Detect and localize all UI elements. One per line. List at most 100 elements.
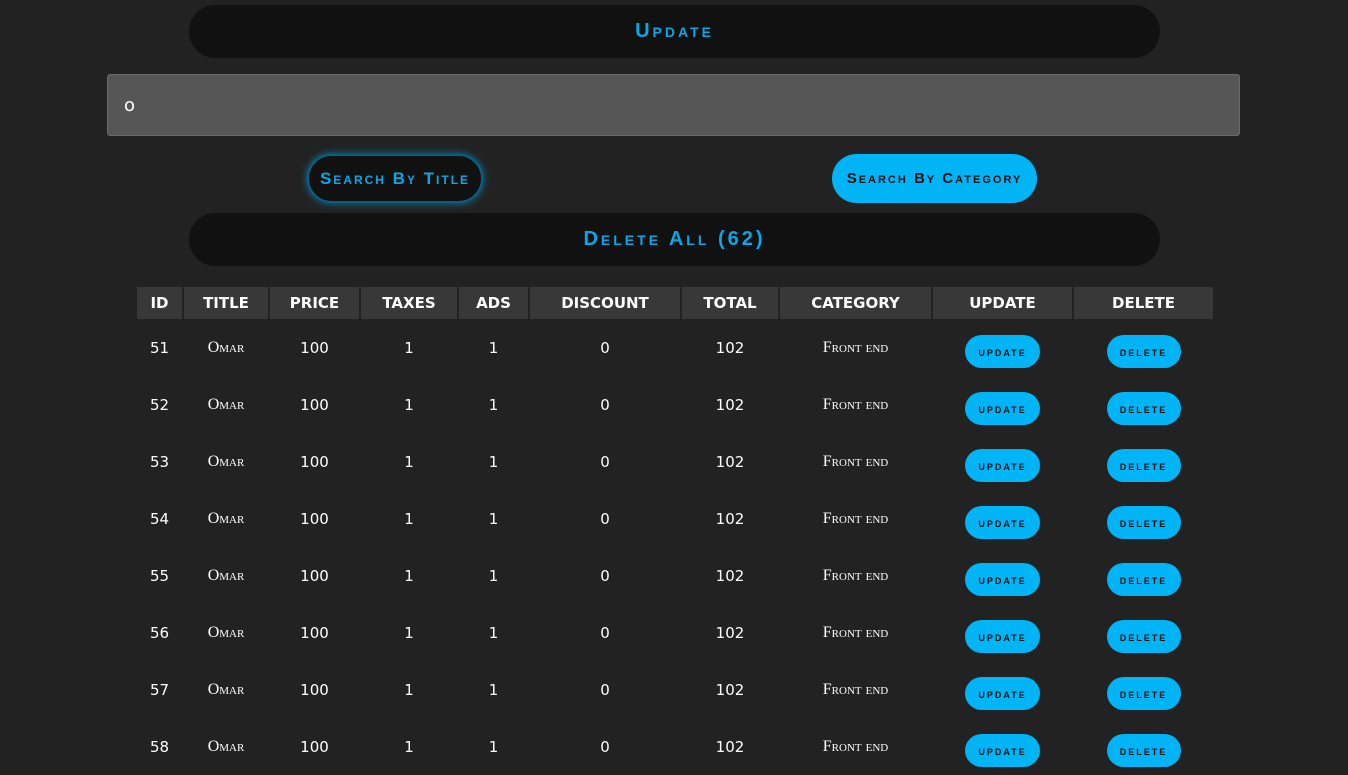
cell-id: 55 xyxy=(149,566,170,585)
cell-delete: delete xyxy=(1074,433,1213,490)
cell-update: update xyxy=(933,376,1072,433)
row-update-button[interactable]: update xyxy=(965,335,1040,368)
row-delete-button[interactable]: delete xyxy=(1106,677,1181,710)
cell-category: Front end xyxy=(822,680,889,698)
cell-update: update xyxy=(933,718,1072,775)
header-id: ID xyxy=(137,287,182,319)
cell-title: Omar xyxy=(207,509,245,527)
cell-total: 102 xyxy=(715,338,745,357)
table-row: 58 Omar 100 1 1 0 102 Front end update delete xyxy=(137,718,1213,775)
cell-delete: delete xyxy=(1074,490,1213,547)
cell-taxes: 1 xyxy=(404,509,414,528)
cell-category: Front end xyxy=(822,566,889,584)
cell-title: Omar xyxy=(207,395,245,413)
cell-price: 100 xyxy=(300,509,329,528)
header-title: TITLE xyxy=(184,287,268,319)
cell-price: 100 xyxy=(300,395,329,414)
cell-discount: 0 xyxy=(600,509,610,528)
row-update-button[interactable]: update xyxy=(965,506,1040,539)
row-update-button[interactable]: update xyxy=(965,449,1040,482)
cell-update: update xyxy=(933,433,1072,490)
table-row: 53 Omar 100 1 1 0 102 Front end update delete xyxy=(137,433,1213,490)
cell-ads: 1 xyxy=(488,509,499,528)
cell-discount: 0 xyxy=(600,395,610,414)
row-delete-button[interactable]: delete xyxy=(1106,506,1181,539)
row-update-button[interactable]: update xyxy=(965,392,1040,425)
row-update-button[interactable]: update xyxy=(965,620,1040,653)
cell-title: Omar xyxy=(207,680,245,698)
table-row: 56 Omar 100 1 1 0 102 Front end update delete xyxy=(137,604,1213,661)
table-row: 57 Omar 100 1 1 0 102 Front end update delete xyxy=(137,661,1213,718)
cell-discount: 0 xyxy=(600,737,610,756)
cell-title: Omar xyxy=(207,338,245,356)
cell-update: update xyxy=(933,490,1072,547)
cell-total: 102 xyxy=(715,509,745,528)
cell-discount: 0 xyxy=(600,623,610,642)
cell-id: 52 xyxy=(149,395,170,414)
cell-price: 100 xyxy=(300,338,329,357)
cell-total: 102 xyxy=(715,395,745,414)
cell-total: 102 xyxy=(715,452,745,471)
cell-taxes: 1 xyxy=(404,338,414,357)
cell-price: 100 xyxy=(300,452,329,471)
row-delete-button[interactable]: delete xyxy=(1106,449,1181,482)
header-total: TOTAL xyxy=(682,287,778,319)
cell-price: 100 xyxy=(300,680,329,699)
cell-title: Omar xyxy=(207,623,245,641)
cell-update: update xyxy=(933,319,1072,376)
header-taxes: TAXES xyxy=(361,287,457,319)
cell-delete: delete xyxy=(1074,376,1213,433)
cell-id: 51 xyxy=(149,338,170,357)
row-delete-button[interactable]: delete xyxy=(1106,734,1181,767)
row-update-button[interactable]: update xyxy=(965,734,1040,767)
cell-update: update xyxy=(933,604,1072,661)
table-row: 52 Omar 100 1 1 0 102 Front end update delete xyxy=(137,376,1213,433)
row-update-button[interactable]: update xyxy=(965,563,1040,596)
row-delete-button[interactable]: delete xyxy=(1106,335,1181,368)
cell-taxes: 1 xyxy=(404,566,414,585)
cell-taxes: 1 xyxy=(404,737,414,756)
cell-ads: 1 xyxy=(488,680,499,699)
header-category: CATEGORY xyxy=(780,287,931,319)
cell-category: Front end xyxy=(822,737,889,755)
search-input[interactable] xyxy=(107,74,1240,136)
cell-discount: 0 xyxy=(600,566,610,585)
products-table: ID TITLE PRICE TAXES ADS DISCOUNT TOTAL … xyxy=(135,287,1215,775)
row-delete-button[interactable]: delete xyxy=(1106,563,1181,596)
table-body: 51 Omar 100 1 1 0 102 Front end update delete 52 Om… xyxy=(137,319,1213,775)
cell-id: 58 xyxy=(149,737,170,756)
delete-all-button[interactable]: Delete All (62) xyxy=(189,213,1160,266)
cell-ads: 1 xyxy=(488,623,499,642)
search-by-category-button[interactable]: Search By Category xyxy=(832,154,1037,203)
cell-id: 53 xyxy=(149,452,170,471)
row-delete-button[interactable]: delete xyxy=(1106,620,1181,653)
header-update: UPDATE xyxy=(933,287,1072,319)
cell-category: Front end xyxy=(822,452,889,470)
cell-taxes: 1 xyxy=(404,623,414,642)
cell-discount: 0 xyxy=(600,680,610,699)
cell-ads: 1 xyxy=(488,395,499,414)
row-update-button[interactable]: update xyxy=(965,677,1040,710)
cell-taxes: 1 xyxy=(404,395,414,414)
cell-title: Omar xyxy=(207,452,245,470)
cell-discount: 0 xyxy=(600,452,610,471)
cell-id: 56 xyxy=(149,623,170,642)
cell-id: 54 xyxy=(149,509,170,528)
cell-total: 102 xyxy=(715,566,745,585)
cell-update: update xyxy=(933,547,1072,604)
cell-ads: 1 xyxy=(488,452,499,471)
search-by-title-button[interactable]: Search By Title xyxy=(307,154,483,203)
table-row: 54 Omar 100 1 1 0 102 Front end update delete xyxy=(137,490,1213,547)
cell-delete: delete xyxy=(1074,661,1213,718)
cell-category: Front end xyxy=(822,509,889,527)
cell-category: Front end xyxy=(822,395,889,413)
row-delete-button[interactable]: delete xyxy=(1106,392,1181,425)
header-ads: ADS xyxy=(459,287,528,319)
cell-category: Front end xyxy=(822,338,889,356)
update-button[interactable]: Update xyxy=(189,5,1160,58)
table-row: 51 Omar 100 1 1 0 102 Front end update delete xyxy=(137,319,1213,376)
cell-delete: delete xyxy=(1074,547,1213,604)
cell-total: 102 xyxy=(715,623,745,642)
header-delete: DELETE xyxy=(1074,287,1213,319)
cell-taxes: 1 xyxy=(404,680,414,699)
